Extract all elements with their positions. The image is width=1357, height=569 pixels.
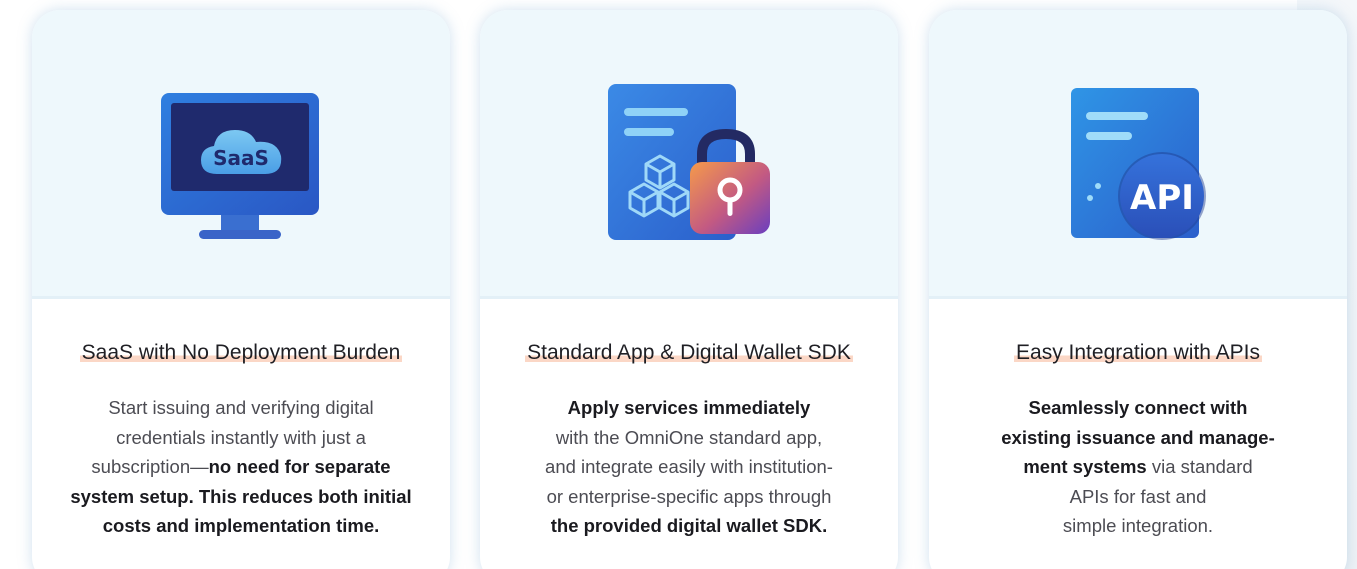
feature-cards-section: SaaS SaaS with No Deployment Burden Star… — [0, 0, 1357, 569]
card-description: Seamlessly connect with existing issuance… — [947, 393, 1329, 541]
card-title-text: Standard App & Digital Wallet SDK — [525, 341, 853, 364]
card-description: Apply services immediately with the OmniO… — [498, 393, 880, 541]
card-title: Standard App & Digital Wallet SDK — [480, 340, 898, 366]
desc-line-bold: no need for separate — [208, 456, 391, 477]
desc-line-bold: system setup. This reduces both initial — [70, 485, 412, 507]
desc-line-bold: the provided digital wallet SDK. — [550, 515, 828, 536]
feature-card-saas: SaaS SaaS with No Deployment Burden Star… — [32, 10, 450, 569]
feature-card-wallet-sdk: Standard App & Digital Wallet SDK Apply … — [480, 10, 898, 569]
desc-line-bold: existing issuance and manage- — [1001, 426, 1275, 448]
desc-line: subscription— — [91, 456, 209, 477]
desc-line-bold: costs and implementation time. — [102, 515, 380, 536]
saas-monitor-icon: SaaS — [161, 93, 319, 239]
desc-line-bold: Apply services immediately — [567, 397, 811, 418]
card-description: Start issuing and verifying digital crede… — [50, 393, 432, 541]
card-title: Easy Integration with APIs — [929, 340, 1347, 366]
saas-icon-label: SaaS — [213, 146, 269, 170]
desc-line-bold: ment systems — [1023, 456, 1147, 477]
desc-line: simple integration. — [1062, 515, 1214, 536]
feature-card-api: API Easy Integration with APIs Seamlessl… — [929, 10, 1347, 569]
desc-line: or enterprise-specific apps through — [546, 485, 832, 507]
card-illustration-area — [480, 10, 898, 299]
desc-line: with the OmniOne standard app, — [555, 426, 823, 448]
wallet-sdk-lock-icon — [608, 84, 770, 240]
desc-line-bold: Seamlessly connect with — [1028, 397, 1248, 418]
api-document-icon: API — [1071, 88, 1206, 240]
desc-line: APIs for fast and — [1069, 485, 1207, 507]
card-title: SaaS with No Deployment Burden — [32, 340, 450, 366]
card-title-text: Easy Integration with APIs — [1014, 341, 1262, 364]
desc-line: and integrate easily with institution- — [545, 456, 833, 477]
desc-line: credentials instantly with just a — [116, 426, 366, 448]
desc-line: via standard — [1146, 456, 1253, 477]
desc-line: Start issuing and verifying digital — [108, 397, 374, 418]
card-illustration-area: API — [929, 10, 1347, 299]
api-icon-label: API — [1130, 178, 1194, 218]
card-illustration-area: SaaS — [32, 10, 450, 299]
card-title-text: SaaS with No Deployment Burden — [79, 341, 403, 364]
